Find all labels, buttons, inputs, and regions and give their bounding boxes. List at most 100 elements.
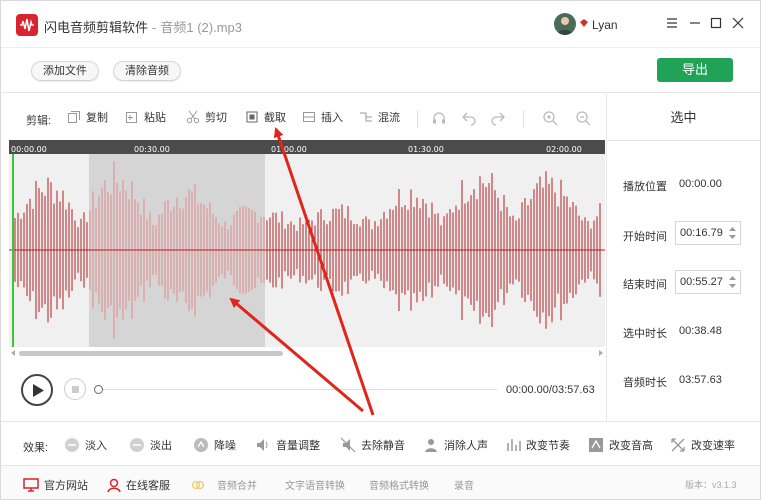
timecode: 00:00.00/03:57.63 — [506, 384, 595, 396]
change-tempo-label: 改变节奏 — [526, 440, 570, 452]
paste-button[interactable]: 粘贴 — [125, 109, 166, 125]
format-convert-label: 音频格式转换 — [369, 481, 429, 492]
minimize-icon[interactable] — [687, 15, 703, 31]
scissors-icon — [186, 110, 200, 124]
merge-icon — [191, 480, 205, 489]
toolbar-divider — [417, 110, 418, 128]
spinner-arrows-icon[interactable] — [728, 224, 737, 242]
end-time-input[interactable]: 00:55.27 — [675, 270, 741, 294]
monitor-icon — [23, 478, 39, 492]
app-window: 闪电音频剪辑软件 - 音频1 (2).mp3 Lyan 添加文件 清除音频 导出 剪… — [0, 0, 761, 500]
window-title: 闪电音频剪辑软件 - 音频1 (2).mp3 — [44, 17, 242, 36]
clear-audio-button[interactable]: 清除音频 — [113, 61, 181, 81]
scroll-left-icon[interactable] — [11, 350, 16, 356]
audio-duration-value: 03:57.63 — [679, 374, 722, 386]
mute-icon — [340, 437, 356, 453]
mix-label: 混流 — [378, 112, 400, 124]
copy-label: 复制 — [86, 112, 108, 124]
zoom-out-icon[interactable] — [575, 110, 591, 126]
start-time-input[interactable]: 00:16.79 — [675, 221, 741, 245]
change-pitch-button[interactable]: 改变音高 — [588, 436, 653, 454]
stop-icon — [72, 386, 79, 393]
volume-adjust-label: 音量调整 — [276, 440, 320, 452]
volume-icon — [257, 439, 268, 451]
panel-title: 选中 — [607, 94, 760, 141]
remove-silence-button[interactable]: 去除静音 — [340, 436, 405, 454]
insert-label: 插入 — [321, 112, 343, 124]
playhead[interactable] — [12, 154, 14, 347]
online-service-link[interactable]: 在线客服 — [107, 477, 170, 493]
insert-button[interactable]: 插入 — [302, 109, 343, 125]
vip-diamond-icon — [580, 19, 588, 27]
bottom-bar: 官方网站 在线客服 音频合并 文字语音转换 音频格式转换 录音 版本：v3.1.… — [1, 465, 760, 499]
scroll-right-icon[interactable] — [598, 350, 603, 356]
change-speed-label: 改变速率 — [691, 440, 735, 452]
spinner-arrows-icon[interactable] — [728, 273, 737, 291]
record-link[interactable]: 录音 — [454, 477, 474, 492]
scrollbar-thumb[interactable] — [19, 351, 283, 356]
crop-button[interactable]: 截取 — [245, 109, 286, 125]
denoise-icon — [194, 438, 208, 452]
remove-silence-label: 去除静音 — [361, 440, 405, 452]
horizontal-scrollbar[interactable] — [9, 347, 605, 359]
export-button[interactable]: 导出 — [657, 58, 733, 82]
close-icon[interactable] — [730, 15, 746, 31]
waveform — [9, 161, 605, 339]
timeline-ruler[interactable]: 00:00.00 00:30.00 01:00.00 01:30.00 02:0… — [9, 140, 605, 154]
user-name[interactable]: Lyan — [592, 18, 618, 32]
title-separator: - — [152, 20, 157, 35]
fade-in-button[interactable]: 淡入 — [64, 436, 107, 454]
edit-toolbar: 剪辑: 复制 粘贴 剪切 截取 插入 混流 — [1, 94, 606, 140]
redo-icon[interactable] — [490, 110, 506, 126]
official-website-link[interactable]: 官方网站 — [23, 477, 88, 493]
play-position-label: 播放位置 — [623, 181, 667, 193]
remove-vocal-button[interactable]: 消除人声 — [423, 436, 488, 454]
start-time-label: 开始时间 — [623, 231, 667, 243]
effects-bar: 效果: 淡入 淡出 降噪 音量调整 去除静音 消除人声 改变节奏 改变音高 改变… — [1, 421, 760, 465]
selection-panel: 选中 播放位置 00:00.00 开始时间 00:16.79 结束时间 00:5… — [606, 94, 760, 421]
start-time-value: 00:16.79 — [680, 227, 723, 239]
tts-label: 文字语音转换 — [285, 481, 345, 492]
zoom-in-icon[interactable] — [542, 110, 558, 126]
cut-button[interactable]: 剪切 — [186, 109, 227, 125]
version-text: 版本：v3.1.3 — [685, 480, 737, 490]
remove-vocal-label: 消除人声 — [444, 440, 488, 452]
play-position-value: 00:00.00 — [679, 178, 722, 190]
format-convert-link[interactable]: 音频格式转换 — [369, 477, 429, 492]
copy-button[interactable]: 复制 — [67, 109, 108, 125]
tts-link[interactable]: 文字语音转换 — [285, 477, 345, 492]
change-tempo-button[interactable]: 改变节奏 — [505, 436, 570, 454]
maximize-icon[interactable] — [708, 15, 724, 31]
pitch-icon — [589, 438, 603, 452]
speed-icon — [671, 438, 685, 452]
headphone-icon[interactable] — [431, 110, 447, 126]
paste-label: 粘贴 — [144, 112, 166, 124]
undo-icon[interactable] — [461, 110, 477, 126]
change-pitch-label: 改变音高 — [609, 440, 653, 452]
progress-knob[interactable] — [94, 385, 103, 394]
insert-icon — [303, 112, 315, 122]
fade-out-label: 淡出 — [150, 440, 172, 452]
progress-track[interactable] — [97, 389, 497, 390]
mix-button[interactable]: 混流 — [359, 109, 400, 125]
avatar[interactable] — [554, 13, 576, 35]
record-label: 录音 — [454, 481, 474, 492]
menu-icon[interactable] — [664, 15, 680, 31]
audio-merge-link[interactable]: 音频合并 — [191, 477, 257, 492]
title-bar: 闪电音频剪辑软件 - 音频1 (2).mp3 Lyan — [1, 1, 760, 47]
waveform-area[interactable] — [9, 154, 605, 347]
denoise-button[interactable]: 降噪 — [193, 436, 236, 454]
volume-adjust-button[interactable]: 音量调整 — [255, 436, 320, 454]
audio-merge-label: 音频合并 — [217, 481, 257, 492]
stop-button[interactable] — [64, 378, 86, 400]
add-file-button[interactable]: 添加文件 — [31, 61, 99, 81]
fade-out-button[interactable]: 淡出 — [129, 436, 172, 454]
online-service-label: 在线客服 — [126, 480, 170, 492]
crop-label: 截取 — [264, 112, 286, 124]
end-time-value: 00:55.27 — [680, 276, 723, 288]
selected-duration-value: 00:38.48 — [679, 325, 722, 337]
app-name: 闪电音频剪辑软件 — [44, 20, 149, 35]
play-button[interactable] — [21, 374, 53, 406]
tempo-icon — [507, 439, 521, 451]
change-speed-button[interactable]: 改变速率 — [670, 436, 735, 454]
